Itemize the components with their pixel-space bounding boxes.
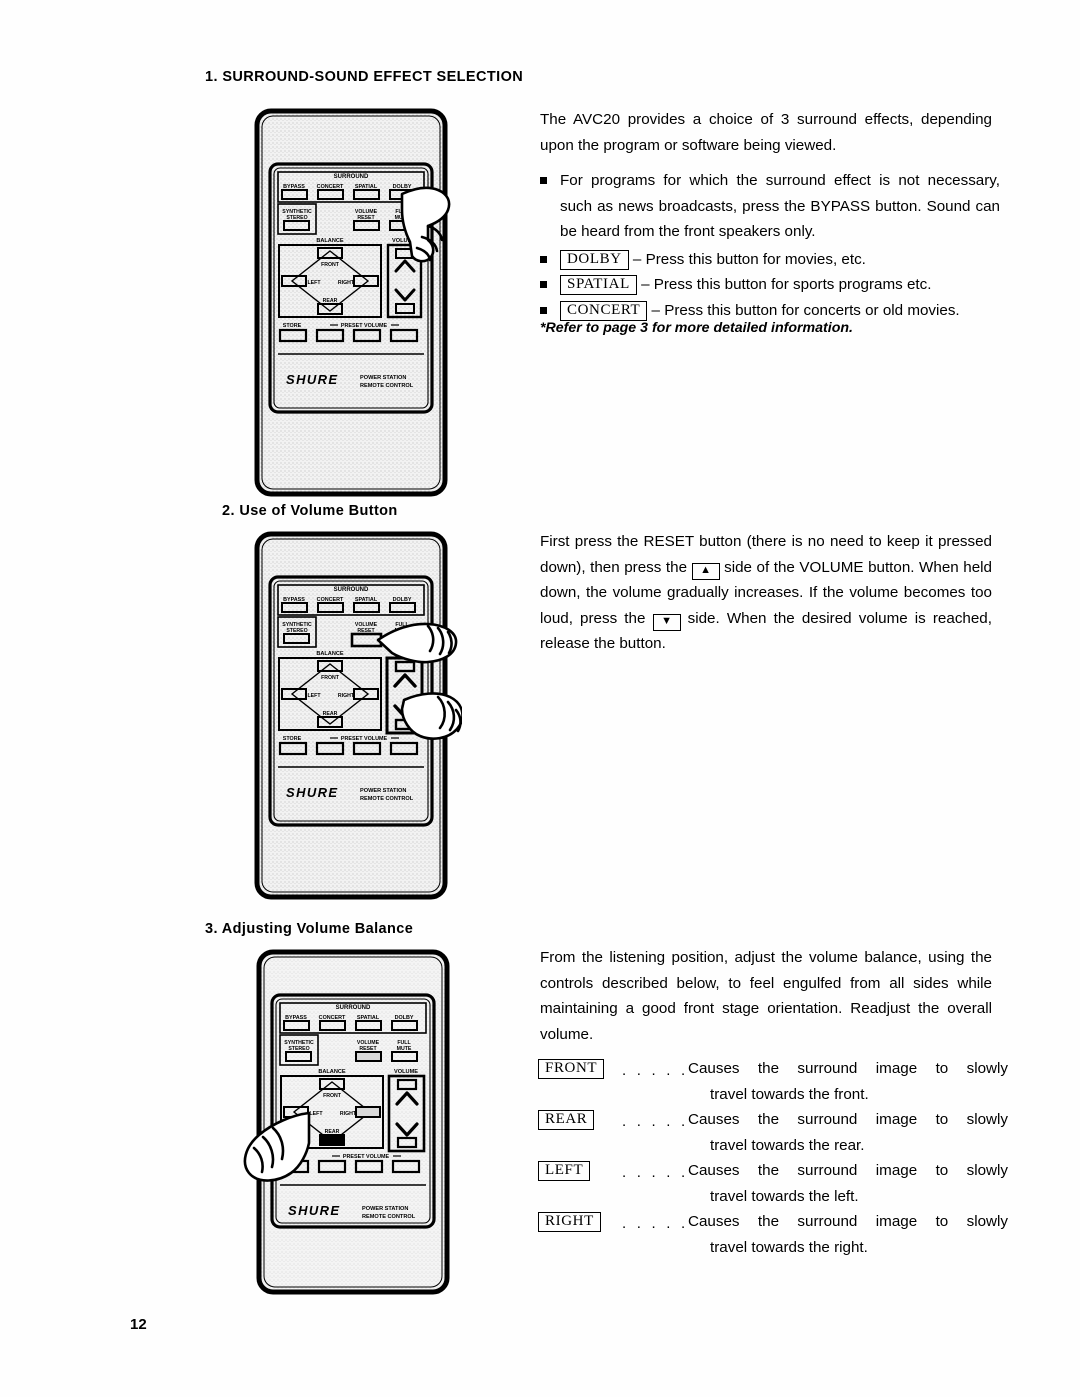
remote-svg-3: SURROUND BYPASS CONCERT SPATIAL DOLBY SY…	[243, 949, 450, 1295]
key-front[interactable]: FRONT	[538, 1059, 605, 1079]
section-3-heading: 3. Adjusting Volume Balance	[205, 921, 414, 937]
svg-text:REMOTE CONTROL: REMOTE CONTROL	[362, 1214, 416, 1220]
svg-text:BALANCE: BALANCE	[316, 651, 344, 657]
volume-up-arrow-icon[interactable]: ▲	[691, 562, 720, 580]
section-2-paragraph: First press the RESET button (there is n…	[540, 529, 992, 657]
bullet-square-icon	[540, 255, 547, 263]
section-2-heading: 2. Use of Volume Button	[222, 503, 398, 519]
dot-leader: . . . . . . .	[622, 1164, 688, 1181]
key-dolby[interactable]: DOLBY	[560, 249, 629, 270]
svg-text:FRONT: FRONT	[321, 262, 340, 268]
svg-text:VOLUME: VOLUME	[394, 1069, 418, 1075]
key-left[interactable]: LEFT	[538, 1161, 591, 1181]
svg-text:STORE: STORE	[283, 736, 302, 742]
section-1-footnote: *Refer to page 3 for more detailed infor…	[540, 320, 853, 336]
definition-row-right: RIGHT . . . . . . . Causes the surround …	[538, 1209, 1008, 1260]
svg-text:POWER STATION: POWER STATION	[360, 375, 406, 381]
svg-text:SHURE: SHURE	[286, 785, 339, 800]
svg-text:RIGHT: RIGHT	[340, 1111, 357, 1117]
svg-text:RIGHT: RIGHT	[338, 280, 355, 286]
dot-leader: . . . . . . .	[622, 1062, 688, 1079]
key-rear[interactable]: REAR	[538, 1110, 595, 1130]
key-spatial-desc: – Press this button for sports programs …	[641, 276, 932, 293]
svg-text:REAR: REAR	[325, 1129, 340, 1135]
definition-row-rear: REAR . . . . . . . Causes the surround i…	[538, 1107, 1008, 1158]
svg-text:SURROUND: SURROUND	[336, 1005, 371, 1011]
definition-rear-line2: travel towards the rear.	[710, 1136, 865, 1154]
svg-text:REAR: REAR	[323, 711, 338, 717]
svg-text:BALANCE: BALANCE	[318, 1069, 346, 1075]
svg-text:STORE: STORE	[283, 323, 302, 329]
section-3-intro: From the listening position, adjust the …	[540, 949, 992, 1043]
svg-text:RIGHT: RIGHT	[338, 693, 355, 699]
svg-text:REMOTE CONTROL: REMOTE CONTROL	[360, 796, 414, 802]
bullet-item: For programs for which the surround effe…	[540, 168, 1000, 245]
volume-down-arrow-icon[interactable]: ▼	[652, 613, 681, 631]
key-concert-desc: – Press this button for concerts or old …	[651, 301, 960, 319]
definition-front-line1: Causes the surround image to slowly	[688, 1060, 1008, 1077]
svg-text:FRONT: FRONT	[321, 675, 340, 681]
dot-leader: . . . . . . .	[622, 1215, 688, 1232]
section-1-bullets: For programs for which the surround effe…	[540, 168, 1000, 323]
definition-front-line2: travel towards the front.	[710, 1085, 869, 1103]
svg-text:SHURE: SHURE	[288, 1203, 341, 1218]
definition-left-line1: Causes the surround image to slowly	[688, 1162, 1008, 1179]
definition-right-line1: Causes the surround image to slowly	[688, 1213, 1008, 1230]
document-page: 1. SURROUND-SOUND EFFECT SELECTION SURRO…	[0, 0, 1080, 1397]
remote-svg-2: SURROUND BYPASS CONCERT SPATIAL DOLBY SY…	[254, 531, 462, 900]
svg-text:SHURE: SHURE	[286, 372, 339, 387]
key-right[interactable]: RIGHT	[538, 1212, 601, 1232]
svg-text:LEFT: LEFT	[308, 693, 322, 699]
definition-row-front: FRONT . . . . . . . Causes the surround …	[538, 1056, 1008, 1107]
key-spatial[interactable]: SPATIAL	[560, 275, 637, 295]
bullet-item-dolby: DOLBY – Press this button for movies, et…	[540, 247, 1000, 273]
remote-svg-1: SURROUND BYPASS CONCERT SPATIAL DOLBY SY…	[254, 108, 451, 497]
svg-text:POWER STATION: POWER STATION	[362, 1206, 408, 1212]
definition-right-line2: travel towards the right.	[710, 1238, 868, 1256]
svg-text:REMOTE CONTROL: REMOTE CONTROL	[360, 383, 414, 389]
remote-illustration-1: SURROUND BYPASS CONCERT SPATIAL DOLBY SY…	[252, 106, 452, 501]
svg-text:SURROUND: SURROUND	[334, 174, 369, 180]
bullet-item-spatial: SPATIAL – Press this button for sports p…	[540, 272, 1000, 298]
key-dolby-desc: – Press this button for movies, etc.	[632, 250, 866, 268]
section-1-heading: 1. SURROUND-SOUND EFFECT SELECTION	[205, 69, 524, 85]
svg-text:POWER STATION: POWER STATION	[360, 788, 406, 794]
svg-text:PRESET VOLUME: PRESET VOLUME	[341, 736, 388, 742]
svg-text:LEFT: LEFT	[310, 1111, 324, 1117]
section-1-intro: The AVC20 provides a choice of 3 surroun…	[540, 111, 992, 154]
definition-left-line2: travel towards the left.	[710, 1187, 859, 1205]
remote-illustration-3: SURROUND BYPASS CONCERT SPATIAL DOLBY SY…	[233, 947, 453, 1297]
remote-illustration-2: SURROUND BYPASS CONCERT SPATIAL DOLBY SY…	[252, 529, 462, 904]
key-concert[interactable]: CONCERT	[560, 300, 648, 321]
svg-text:BALANCE: BALANCE	[316, 238, 344, 244]
svg-text:LEFT: LEFT	[308, 280, 322, 286]
section-3-definitions: FRONT . . . . . . . Causes the surround …	[538, 1056, 1008, 1260]
page-number: 12	[130, 1316, 147, 1333]
svg-text:FRONT: FRONT	[323, 1093, 342, 1099]
svg-text:SURROUND: SURROUND	[334, 587, 369, 593]
definition-row-left: LEFT . . . . . . . Causes the surround i…	[538, 1158, 1008, 1209]
bullet-square-icon	[540, 281, 547, 288]
dot-leader: . . . . . . .	[622, 1113, 688, 1130]
bullet-square-icon	[540, 177, 547, 184]
svg-text:PRESET VOLUME: PRESET VOLUME	[343, 1154, 390, 1160]
bullet-square-icon	[540, 306, 547, 314]
svg-text:PRESET VOLUME: PRESET VOLUME	[341, 323, 388, 329]
definition-rear-line1: Causes the surround image to slowly	[688, 1111, 1008, 1128]
svg-text:REAR: REAR	[323, 298, 338, 304]
